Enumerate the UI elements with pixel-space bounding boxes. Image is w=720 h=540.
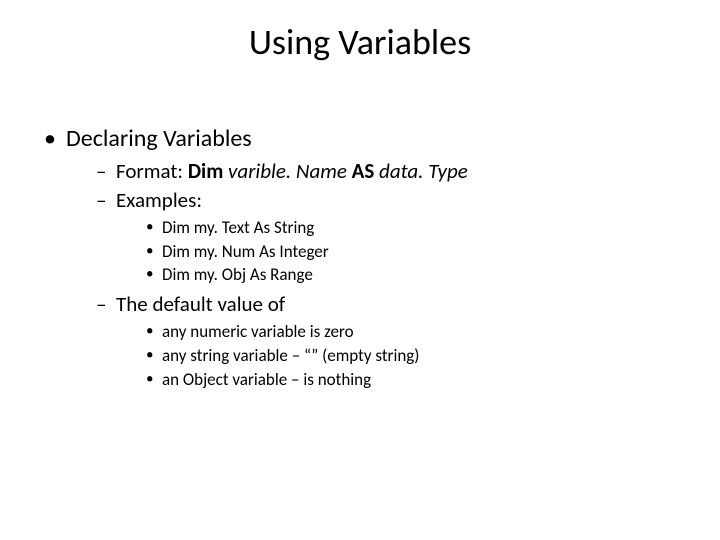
list-item: Dim my. Num As Integer xyxy=(146,241,696,264)
bullet-list-level1: Declaring Variables Format: Dim varible.… xyxy=(24,124,696,392)
list-item: Declaring Variables Format: Dim varible.… xyxy=(44,124,696,392)
format-var: varible. Name xyxy=(228,158,347,184)
format-label: Format: xyxy=(116,158,188,184)
bullet-list-level3: any numeric variable is zero any string … xyxy=(116,321,696,392)
l1-text: Declaring Variables xyxy=(66,124,252,153)
format-type: data. Type xyxy=(379,158,468,184)
format-dim: Dim xyxy=(188,158,223,184)
bullet-list-level2: Format: Dim varible. Name AS data. Type … xyxy=(66,158,696,392)
list-item: any string variable – “” (empty string) xyxy=(146,345,696,368)
examples-label: Examples: xyxy=(116,187,202,213)
list-item: Dim my. Text As String xyxy=(146,217,696,240)
list-item: any numeric variable is zero xyxy=(146,321,696,344)
format-as: AS xyxy=(352,158,375,184)
bullet-list-level3: Dim my. Text As String Dim my. Num As In… xyxy=(116,217,696,288)
list-item: Format: Dim varible. Name AS data. Type xyxy=(96,158,696,185)
list-item: an Object variable – is nothing xyxy=(146,369,696,392)
slide-title: Using Variables xyxy=(24,20,696,64)
list-item: Examples: Dim my. Text As String Dim my.… xyxy=(96,187,696,287)
default-label: The default value of xyxy=(116,291,285,317)
slide: Using Variables Declaring Variables Form… xyxy=(0,0,720,540)
list-item: Dim my. Obj As Range xyxy=(146,264,696,287)
list-item: The default value of any numeric variabl… xyxy=(96,291,696,391)
